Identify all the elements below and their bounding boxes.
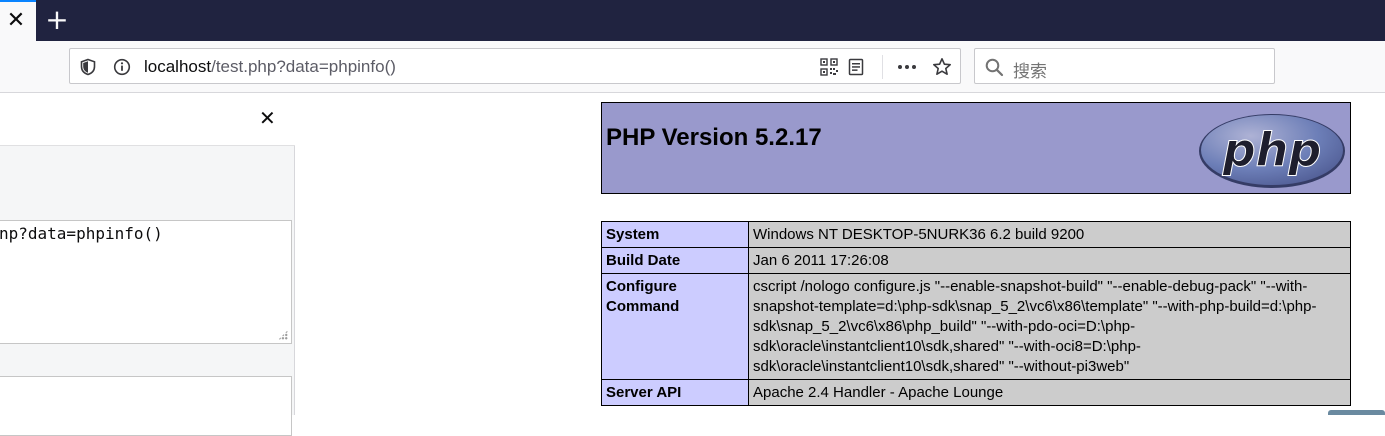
- table-row: Build Date Jan 6 2011 17:26:08: [601, 247, 1351, 274]
- request-text: np?data=phpinfo(): [0, 224, 163, 243]
- url-path: /test.php?data=phpinfo(): [211, 57, 396, 76]
- row-key: Server API: [601, 379, 749, 406]
- nav-bar: localhost/test.php?data=phpinfo() 搜索: [0, 41, 1385, 93]
- resize-grip-icon[interactable]: [278, 330, 288, 340]
- bookmark-star-icon[interactable]: [931, 56, 953, 78]
- tab-close-icon[interactable]: ✕: [5, 10, 27, 32]
- row-value: Windows NT DESKTOP-5NURK36 6.2 build 920…: [748, 221, 1351, 248]
- row-key: Configure Command: [601, 273, 749, 380]
- row-key: Build Date: [601, 247, 749, 274]
- side-panel-header: ✕: [0, 93, 295, 146]
- url-bar[interactable]: localhost/test.php?data=phpinfo(): [69, 48, 961, 84]
- qr-code-icon[interactable]: [819, 57, 839, 77]
- php-info-table: System Windows NT DESKTOP-5NURK36 6.2 bu…: [601, 221, 1351, 406]
- page-title: PHP Version 5.2.17: [606, 124, 822, 151]
- search-bar[interactable]: 搜索: [974, 48, 1275, 84]
- second-textarea[interactable]: [0, 376, 292, 436]
- search-placeholder: 搜索: [1013, 62, 1047, 82]
- table-row: Configure Command cscript /nologo config…: [601, 273, 1351, 380]
- row-value: Apache 2.4 Handler - Apache Lounge: [748, 379, 1351, 406]
- url-separator: [882, 55, 883, 79]
- info-icon[interactable]: [112, 57, 132, 77]
- scrollbar-thumb[interactable]: [1328, 410, 1385, 415]
- new-tab-icon[interactable]: +: [44, 6, 70, 34]
- page-actions-icon[interactable]: [896, 57, 918, 77]
- search-icon: [984, 57, 1004, 77]
- panel-close-icon[interactable]: ✕: [259, 107, 276, 129]
- reader-view-icon[interactable]: [846, 57, 866, 77]
- url-text[interactable]: localhost/test.php?data=phpinfo(): [144, 57, 396, 77]
- url-host: localhost: [144, 57, 212, 76]
- php-logo: php: [1199, 114, 1345, 188]
- table-row: Server API Apache 2.4 Handler - Apache L…: [601, 379, 1351, 406]
- row-value: Jan 6 2011 17:26:08: [748, 247, 1351, 274]
- row-key: System: [601, 221, 749, 248]
- table-row: System Windows NT DESKTOP-5NURK36 6.2 bu…: [601, 221, 1351, 248]
- shield-icon[interactable]: [78, 57, 98, 77]
- row-value: cscript /nologo configure.js "--enable-s…: [748, 273, 1351, 380]
- tab-strip: ✕ +: [0, 0, 1385, 41]
- request-textarea[interactable]: np?data=phpinfo(): [0, 220, 292, 344]
- php-logo-text: php: [1222, 123, 1322, 177]
- php-version-header: PHP Version 5.2.17 php: [601, 102, 1351, 194]
- active-tab[interactable]: ✕: [0, 0, 36, 41]
- side-panel: ✕ np?data=phpinfo(): [0, 93, 295, 436]
